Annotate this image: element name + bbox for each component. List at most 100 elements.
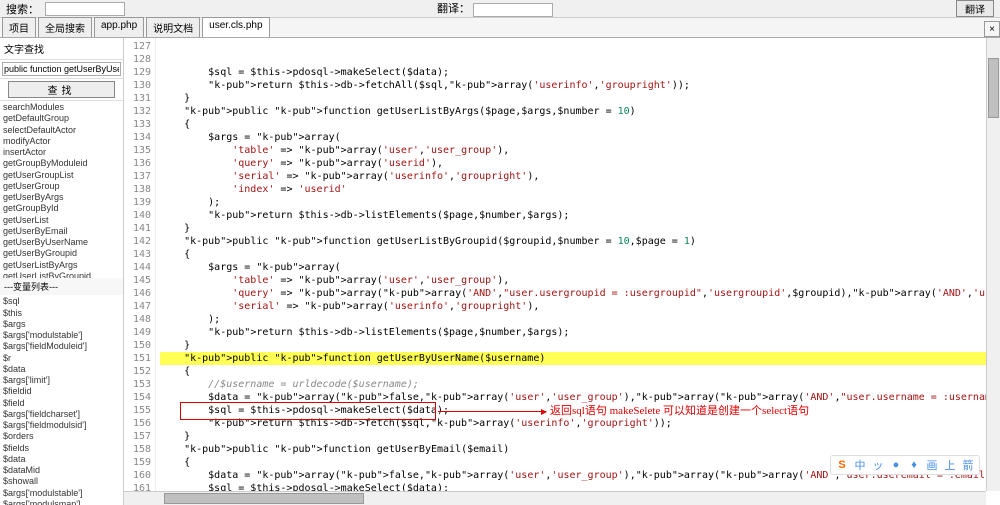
var-item[interactable]: $args['fieldcharset'] <box>3 409 120 420</box>
line-number: 147 <box>124 300 151 313</box>
tab-3[interactable]: 说明文档 <box>146 17 200 37</box>
line-number: 159 <box>124 456 151 469</box>
var-item[interactable]: $sql <box>3 296 120 307</box>
translate-button[interactable]: 翻译 <box>956 0 994 17</box>
search-label: 搜索： <box>6 1 39 17</box>
find-button[interactable]: 查找 <box>8 81 115 98</box>
method-item[interactable]: getUserByUserName <box>3 237 120 248</box>
sidebar-search-input[interactable] <box>2 62 121 76</box>
var-item[interactable]: $args['modulstable'] <box>3 488 120 499</box>
line-number: 136 <box>124 157 151 170</box>
line-number: 160 <box>124 469 151 482</box>
var-item[interactable]: $args <box>3 319 120 330</box>
ime-icon[interactable]: ッ <box>871 458 885 472</box>
ime-floatbar: S 中ッ ● ♦ 画上箭 <box>830 455 980 475</box>
code-line: 'table' => "k-pub">array('user','user_gr… <box>160 274 996 287</box>
tab-2[interactable]: app.php <box>94 17 144 37</box>
var-item[interactable]: $args['modulstable'] <box>3 330 120 341</box>
var-item[interactable]: $data <box>3 454 120 465</box>
var-item[interactable]: $r <box>3 353 120 364</box>
var-item[interactable]: $field <box>3 398 120 409</box>
method-item[interactable]: getUserByArgs <box>3 192 120 203</box>
method-item[interactable]: getUserListByGroupid <box>3 271 120 279</box>
method-item[interactable]: getDefaultGroup <box>3 113 120 124</box>
var-item[interactable]: $showall <box>3 476 120 487</box>
ime-icon[interactable]: ● <box>889 458 903 472</box>
method-item[interactable]: getUserGroupList <box>3 170 120 181</box>
var-item[interactable]: $args['modulsmap'] <box>3 499 120 505</box>
method-item[interactable]: searchModules <box>3 102 120 113</box>
code-line: "k-pub">return $this->db->listElements($… <box>160 326 996 339</box>
code-line: $sql = $this->pdosql->makeSelect($data); <box>160 66 996 79</box>
line-number: 128 <box>124 53 151 66</box>
ime-icon[interactable]: 中 <box>853 458 867 472</box>
scrollbar-thumb[interactable] <box>164 493 364 504</box>
method-list: searchModulesgetDefaultGroupselectDefaul… <box>0 101 123 278</box>
line-number: 146 <box>124 287 151 300</box>
var-item[interactable]: $this <box>3 308 120 319</box>
var-item[interactable]: $fields <box>3 443 120 454</box>
editor: 1271281291301311321331341351361371381391… <box>124 38 1000 505</box>
line-number: 127 <box>124 40 151 53</box>
translate-input[interactable] <box>473 3 553 17</box>
code-line: "k-pub">return $this->db->listElements($… <box>160 209 996 222</box>
code-area[interactable]: $sql = $this->pdosql->makeSelect($data);… <box>156 38 1000 505</box>
ime-icon[interactable]: 箭 <box>961 458 975 472</box>
code-line: "k-pub">public "k-pub">function getUserL… <box>160 105 996 118</box>
code-line: { <box>160 365 996 378</box>
var-item[interactable]: $data <box>3 364 120 375</box>
line-number: 137 <box>124 170 151 183</box>
tab-4[interactable]: user.cls.php <box>202 17 269 37</box>
close-tab-button[interactable]: × <box>984 21 1000 37</box>
code-line: } <box>160 339 996 352</box>
line-number: 152 <box>124 365 151 378</box>
translate-label: 翻译： <box>437 3 470 15</box>
method-item[interactable]: getGroupById <box>3 203 120 214</box>
sogou-icon[interactable]: S <box>835 458 849 472</box>
sidebar-head: 文字查找 <box>0 38 123 60</box>
tabstrip: 项目全局搜索app.php说明文档user.cls.php × <box>0 18 1000 38</box>
var-list: $sql$this$args$args['modulstable']$args[… <box>0 295 123 505</box>
method-item[interactable]: selectDefaultActor <box>3 125 120 136</box>
method-item[interactable]: getGroupByModuleid <box>3 158 120 169</box>
var-item[interactable]: $args['fieldmodulsid'] <box>3 420 120 431</box>
code-line: } <box>160 92 996 105</box>
scrollbar-horizontal[interactable] <box>124 491 986 505</box>
scrollbar-thumb[interactable] <box>988 58 999 118</box>
annotation-text: 返回sql语句 makeSelete 可以知道是创建一个select语句 <box>550 404 809 418</box>
line-number: 145 <box>124 274 151 287</box>
method-item[interactable]: getUserList <box>3 215 120 226</box>
translate-group: 翻译： <box>437 0 563 17</box>
code-line: ); <box>160 196 996 209</box>
line-number: 149 <box>124 326 151 339</box>
code-line: $args = "k-pub">array( <box>160 261 996 274</box>
method-item[interactable]: modifyActor <box>3 136 120 147</box>
var-item[interactable]: $args['fieldModuleid'] <box>3 341 120 352</box>
var-item[interactable]: $dataMid <box>3 465 120 476</box>
line-number: 138 <box>124 183 151 196</box>
method-item[interactable]: getUserGroup <box>3 181 120 192</box>
line-number: 139 <box>124 196 151 209</box>
code-line: { <box>160 118 996 131</box>
scrollbar-vertical[interactable] <box>986 38 1000 491</box>
method-item[interactable]: getUserByEmail <box>3 226 120 237</box>
var-item[interactable]: $args['limit'] <box>3 375 120 386</box>
var-item[interactable]: $fieldid <box>3 386 120 397</box>
method-item[interactable]: getUserListByArgs <box>3 260 120 271</box>
tab-1[interactable]: 全局搜索 <box>38 17 92 37</box>
ime-icon[interactable]: ♦ <box>907 458 921 472</box>
tab-0[interactable]: 项目 <box>2 17 36 37</box>
line-number: 142 <box>124 235 151 248</box>
search-input[interactable] <box>45 2 125 16</box>
ime-icon[interactable]: 画 <box>925 458 939 472</box>
ime-icon[interactable]: 上 <box>943 458 957 472</box>
var-item[interactable]: $orders <box>3 431 120 442</box>
code-line: { <box>160 248 996 261</box>
main: 文字查找 查找 searchModulesgetDefaultGroupsele… <box>0 38 1000 505</box>
code-line: 'index' => 'userid' <box>160 183 996 196</box>
line-number: 144 <box>124 261 151 274</box>
line-number: 143 <box>124 248 151 261</box>
method-item[interactable]: insertActor <box>3 147 120 158</box>
line-number: 153 <box>124 378 151 391</box>
method-item[interactable]: getUserByGroupid <box>3 248 120 259</box>
